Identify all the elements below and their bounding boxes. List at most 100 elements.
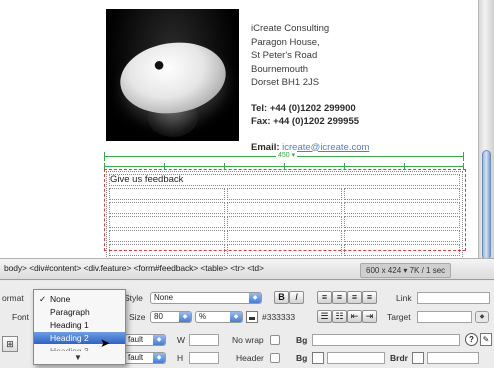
menu-item-label: None	[50, 294, 71, 304]
table-cell[interactable]	[226, 216, 343, 228]
color-swatch-icon[interactable]	[246, 311, 258, 323]
table-row	[109, 202, 460, 214]
bg-color-label: Bg	[296, 353, 308, 363]
link-input[interactable]	[417, 292, 490, 304]
contact-line: Dorset BH1 2JS	[251, 77, 320, 88]
table-cell[interactable]	[344, 188, 460, 200]
menu-item-heading-2[interactable]: Heading 2	[34, 332, 125, 344]
contact-line: Paragon House,	[251, 36, 320, 48]
format-dropdown-menu[interactable]: ✓ None Paragraph Heading 1 Heading 2 Hea…	[33, 289, 126, 365]
menu-item-none[interactable]: ✓ None	[34, 293, 125, 305]
merge-cells-icon[interactable]: ⊞	[2, 336, 18, 352]
table-cell[interactable]	[109, 202, 225, 214]
menu-item-heading-3[interactable]: Heading 3	[34, 345, 125, 351]
scroll-thumb[interactable]	[482, 150, 491, 260]
table-row	[109, 230, 460, 242]
height-input[interactable]	[189, 352, 219, 364]
bg-color-input[interactable]	[327, 352, 385, 364]
table-width-label[interactable]: 450 ▾	[276, 151, 298, 161]
table-cell[interactable]	[344, 244, 460, 256]
bg-label: Bg	[296, 335, 308, 345]
target-label: Target	[387, 312, 411, 322]
table-row: Give us feedback	[109, 174, 460, 186]
table-cell[interactable]	[109, 216, 225, 228]
status-bar: body> <div#content> <div.feature> <form#…	[0, 258, 494, 280]
bg-image-input[interactable]	[312, 334, 460, 346]
help-icon[interactable]: ?	[465, 333, 478, 346]
menu-item-heading-1[interactable]: Heading 1	[34, 319, 125, 331]
table-cell[interactable]	[344, 216, 460, 228]
style-value: None	[154, 293, 174, 302]
format-label: ormat	[2, 293, 24, 303]
target-input[interactable]	[417, 311, 472, 323]
telephone: Tel: +44 (0)1202 299900	[251, 102, 356, 114]
table-cell[interactable]	[109, 188, 225, 200]
tag-selector[interactable]: body> <div#content> <div.feature> <form#…	[4, 263, 264, 273]
chevron-updown-icon: ◆	[179, 312, 191, 322]
style-select[interactable]: None ◆	[150, 292, 262, 304]
table-cell[interactable]	[226, 188, 343, 200]
horizontal-align-value: fault	[128, 335, 144, 344]
height-label: H	[177, 353, 184, 363]
align-left-icon[interactable]: ≡	[317, 291, 332, 304]
nowrap-label: No wrap	[232, 335, 264, 345]
style-label: Style	[124, 293, 143, 303]
device-top	[115, 35, 231, 121]
fax: Fax: +44 (0)1202 299955	[251, 116, 360, 127]
table-cell[interactable]	[226, 202, 343, 214]
table-cell-heading[interactable]: Give us feedback	[109, 174, 460, 186]
target-select[interactable]: ◆	[475, 311, 489, 323]
table-cell[interactable]	[109, 244, 225, 256]
contact-line: St Peter's Road	[251, 50, 318, 61]
table-cell[interactable]	[344, 202, 460, 214]
size-select[interactable]: 80 ◆	[150, 311, 192, 323]
table-cell[interactable]	[226, 230, 343, 242]
table-row	[109, 216, 460, 228]
menu-item-paragraph[interactable]: Paragraph	[34, 306, 125, 318]
align-right-icon[interactable]: ≡	[347, 291, 362, 304]
text-color-value[interactable]: #333333	[262, 312, 295, 322]
bg-color-swatch-icon[interactable]	[312, 352, 324, 364]
border-color-input[interactable]	[427, 352, 479, 364]
italic-icon[interactable]: I	[289, 291, 304, 304]
edit-icon[interactable]: ✎	[480, 333, 492, 346]
checkmark-icon: ✓	[39, 294, 47, 304]
vertical-scrollbar[interactable]	[478, 0, 494, 260]
mouse-pointer-icon: ➤	[100, 336, 111, 350]
indent-icon[interactable]: ⇥	[362, 310, 377, 323]
window-size-popup[interactable]: 600 x 424 ▾ 7K / 1 sec	[360, 263, 452, 278]
font-label: Font	[12, 312, 30, 322]
table-cell[interactable]	[226, 244, 343, 256]
table-cell[interactable]	[109, 230, 225, 242]
table-row	[109, 244, 460, 256]
scroll-down-arrow-icon[interactable]: ▼	[74, 353, 82, 362]
border-label: Brdr	[390, 353, 408, 363]
chevron-updown-icon: ◆	[153, 353, 165, 363]
justify-icon[interactable]: ≡	[362, 291, 377, 304]
chevron-updown-icon: ◆	[230, 312, 242, 322]
unordered-list-icon[interactable]: ☰	[317, 310, 332, 323]
outdent-icon[interactable]: ⇤	[347, 310, 362, 323]
table-row	[109, 188, 460, 200]
chevron-updown-icon: ◆	[476, 312, 488, 322]
design-view[interactable]: ● iCreate Consulting Paragon House, St P…	[0, 0, 478, 259]
vertical-align-value: fault	[128, 353, 144, 362]
contact-line: Bournemouth	[251, 63, 309, 75]
nowrap-checkbox[interactable]	[270, 335, 280, 345]
table-cell[interactable]	[344, 230, 460, 242]
bold-icon[interactable]: B	[274, 291, 289, 304]
size-unit-value: %	[199, 312, 207, 321]
vertical-align-select[interactable]: fault ◆	[124, 352, 166, 364]
ordered-list-icon[interactable]: ☷	[332, 310, 347, 323]
feedback-table[interactable]: Give us feedback	[106, 171, 463, 259]
size-value: 80	[154, 312, 163, 321]
width-input[interactable]	[189, 334, 219, 346]
header-checkbox[interactable]	[270, 353, 280, 363]
border-color-swatch-icon[interactable]	[412, 352, 424, 364]
chevron-updown-icon: ◆	[249, 293, 261, 303]
size-unit-select[interactable]: % ◆	[195, 311, 243, 323]
align-center-icon[interactable]: ≡	[332, 291, 347, 304]
horizontal-align-select[interactable]: fault ◆	[124, 334, 166, 346]
link-label: Link	[396, 293, 412, 303]
contact-block: iCreate Consulting Paragon House, St Pet…	[251, 22, 471, 154]
